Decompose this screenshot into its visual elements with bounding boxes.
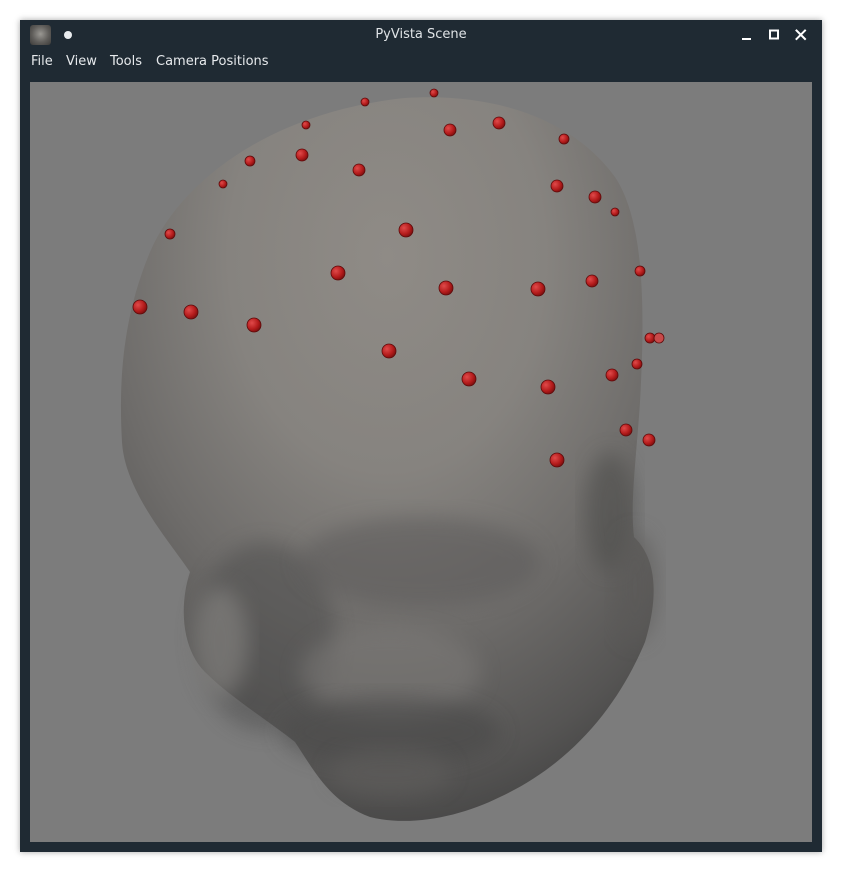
electrode-marker	[352, 163, 366, 177]
nose-highlight	[192, 587, 248, 697]
title-bar[interactable]: PyVista Scene	[20, 20, 822, 50]
electrode-marker	[438, 280, 454, 296]
electrode-marker	[585, 274, 599, 288]
electrode-marker	[634, 265, 646, 277]
electrode-marker	[429, 88, 439, 98]
menu-bar: File View Tools Camera Positions	[20, 50, 822, 74]
window-title: PyVista Scene	[375, 27, 467, 42]
menu-camera-positions[interactable]: Camera Positions	[156, 54, 269, 69]
ear-shape	[613, 532, 657, 642]
head-scene[interactable]	[30, 82, 812, 842]
menu-tools[interactable]: Tools	[110, 54, 142, 69]
close-icon[interactable]	[792, 26, 810, 44]
electrode-marker	[549, 452, 565, 468]
electrode-marker	[492, 116, 506, 130]
electrode-marker	[461, 371, 477, 387]
electrode-marker	[301, 120, 311, 130]
electrode-marker	[619, 423, 633, 437]
maximize-icon[interactable]	[765, 26, 783, 44]
electrode-marker	[218, 179, 228, 189]
electrode-marker	[605, 368, 619, 382]
electrode-marker	[588, 190, 602, 204]
electrode-marker	[360, 97, 370, 107]
electrode-marker	[530, 281, 546, 297]
electrode-marker	[398, 222, 414, 238]
eye-socket	[300, 517, 540, 607]
render-viewport[interactable]	[30, 82, 812, 842]
electrode-marker	[631, 358, 643, 370]
electrode-marker	[610, 207, 620, 217]
electrode-marker	[381, 343, 397, 359]
menu-file[interactable]: File	[31, 54, 53, 69]
minimize-icon[interactable]	[738, 26, 756, 44]
menu-view[interactable]: View	[66, 54, 97, 69]
electrode-marker	[653, 332, 665, 344]
electrode-marker	[183, 304, 199, 320]
pyvista-window: PyVista Scene File View Tools Camera Pos…	[20, 20, 822, 852]
electrode-marker	[132, 299, 148, 315]
electrode-marker	[644, 332, 656, 344]
electrode-marker	[244, 155, 256, 167]
electrode-marker	[330, 265, 346, 281]
electrode-marker	[295, 148, 309, 162]
electrode-marker	[540, 379, 556, 395]
electrode-marker	[443, 123, 457, 137]
chin-light	[330, 747, 450, 797]
electrode-marker	[642, 433, 656, 447]
electrode-marker	[558, 133, 570, 145]
electrode-marker	[550, 179, 564, 193]
electrode-marker	[246, 317, 262, 333]
electrode-marker	[164, 228, 176, 240]
